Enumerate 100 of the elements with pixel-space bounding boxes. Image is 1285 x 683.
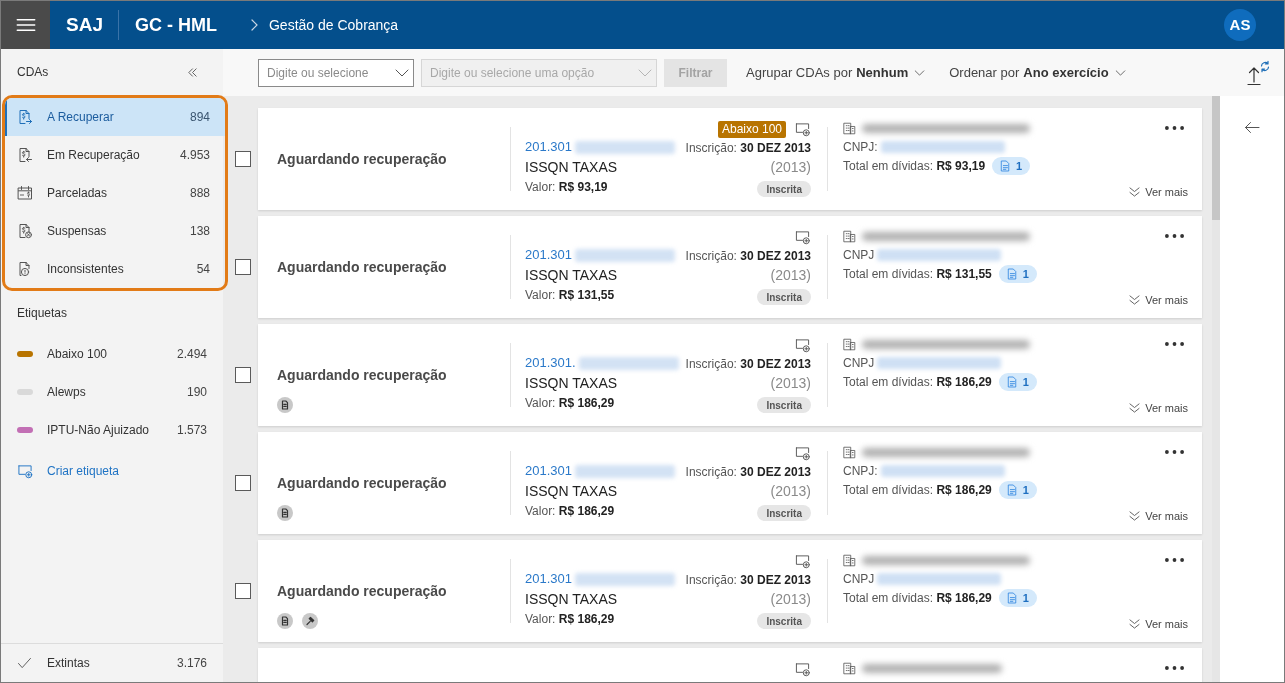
user-avatar[interactable]: AS <box>1224 9 1256 41</box>
cda-number-link[interactable]: 201.301 <box>525 137 572 157</box>
double-chevron-down-icon <box>1129 295 1141 305</box>
cnpj-label: CNPJ: <box>843 462 878 480</box>
cnpj-label: CNPJ <box>843 570 875 588</box>
status-text: Aguardando recuperação <box>277 582 448 601</box>
building-icon <box>843 661 856 675</box>
status-badge: Inscrita <box>757 505 811 521</box>
section-title: CDAs <box>17 64 49 81</box>
year-text: (2013) <box>770 266 811 285</box>
status-text: Aguardando recuperação <box>277 474 448 493</box>
ver-mais-link[interactable]: Ver mais <box>1129 507 1188 525</box>
sidebar-item[interactable]: Parceladas 888 <box>5 174 225 212</box>
more-icon[interactable] <box>1165 666 1184 670</box>
status-badge: Inscrita <box>757 289 811 305</box>
double-chevron-down-icon <box>1129 187 1141 197</box>
upload-sync-icon[interactable] <box>1245 59 1271 86</box>
building-icon <box>843 121 856 135</box>
document-count-badge[interactable]: 1 <box>998 373 1037 391</box>
cnpj-label: CNPJ <box>843 246 875 264</box>
inscription-date-text: Inscrição: 30 DEZ 2013 <box>685 464 811 481</box>
cda-number-link[interactable]: 201.301. <box>525 353 576 373</box>
more-icon[interactable] <box>1165 342 1184 346</box>
tribute-text: ISSQN TAXAS <box>525 266 619 285</box>
value-text: Valor: R$ 93,19 <box>525 179 609 196</box>
ver-mais-link[interactable]: Ver mais <box>1129 291 1188 309</box>
row-checkbox[interactable] <box>235 367 251 383</box>
check-icon <box>17 657 32 669</box>
document-count-badge[interactable]: 1 <box>992 157 1031 175</box>
chevron-down-icon <box>638 68 652 77</box>
inscription-date-text: Inscrição: 30 DEZ 2013 <box>685 140 811 157</box>
more-icon[interactable] <box>1165 450 1184 454</box>
module-title: GC - HML <box>134 13 217 37</box>
double-chevron-down-icon <box>1129 511 1141 521</box>
chevron-right-icon <box>250 19 258 31</box>
year-text: (2013) <box>770 374 811 393</box>
total-debt-text: Total em dívidas: R$ 131,55 <box>843 266 992 283</box>
year-text: (2013) <box>770 482 811 501</box>
ver-mais-link[interactable]: Ver mais <box>1129 399 1188 417</box>
back-arrow-icon[interactable] <box>1244 121 1260 134</box>
cda-number-link[interactable]: 201.301 <box>525 569 572 589</box>
sidebar-item[interactable]: Inconsistentes 54 <box>5 250 225 288</box>
sidebar-item[interactable]: Em Recuperação 4.953 <box>5 136 225 174</box>
tribute-text: ISSQN TAXAS <box>525 482 619 501</box>
year-text: (2013) <box>770 158 811 177</box>
tag-item[interactable]: IPTU-Não Ajuizado 1.573 <box>1 411 223 449</box>
row-checkbox[interactable] <box>235 259 251 275</box>
hammer-badge-icon <box>302 613 318 629</box>
tag-add-icon[interactable] <box>794 445 811 461</box>
document-count-badge[interactable]: 1 <box>998 481 1037 499</box>
double-chevron-down-icon <box>1129 619 1141 629</box>
total-debt-text: Total em dívidas: R$ 186,29 <box>843 374 992 391</box>
tag-add-icon[interactable] <box>794 661 811 677</box>
tag-add-icon[interactable] <box>794 121 811 137</box>
cnpj-label: CNPJ: <box>843 138 878 156</box>
document-dollar-x-icon <box>17 223 33 239</box>
section-title: Etiquetas <box>17 305 68 322</box>
tag-item[interactable]: Abaixo 100 2.494 <box>1 335 223 373</box>
select-field[interactable]: Digite ou selecione <box>258 58 414 87</box>
document-count-badge[interactable]: 1 <box>998 589 1037 607</box>
tag-add-icon[interactable] <box>794 337 811 353</box>
collapse-icon[interactable] <box>187 66 198 78</box>
dropdown-button[interactable]: Ordenar por Ano exercício <box>949 62 1126 83</box>
sidebar-item[interactable]: Extintas 3.176 <box>1 644 223 682</box>
value-text: Valor: R$ 131,55 <box>525 287 616 304</box>
tag-add-icon[interactable] <box>794 553 811 569</box>
breadcrumb-text[interactable]: Gestão de Cobrança <box>268 14 399 36</box>
ver-mais-link[interactable]: Ver mais <box>1129 615 1188 633</box>
tag-add-icon[interactable] <box>794 229 811 245</box>
ver-mais-link[interactable]: Ver mais <box>1129 183 1188 201</box>
more-icon[interactable] <box>1165 234 1184 238</box>
more-icon[interactable] <box>1165 558 1184 562</box>
menu-button[interactable] <box>1 1 50 49</box>
cda-number-link[interactable]: 201.301 <box>525 245 572 265</box>
document-badge-icon <box>277 505 293 521</box>
more-icon[interactable] <box>1165 126 1184 130</box>
status-badge: Inscrita <box>757 397 811 413</box>
total-debt-text: Total em dívidas: R$ 93,19 <box>843 158 986 175</box>
document-count-badge[interactable]: 1 <box>998 265 1037 283</box>
document-dollar-arrow-icon <box>17 109 33 125</box>
status-text: Aguardando recuperação <box>277 366 448 385</box>
document-badge-icon <box>277 397 293 413</box>
tag-label[interactable]: Abaixo 100 <box>717 120 786 138</box>
document-badge-icon <box>277 613 293 629</box>
row-checkbox[interactable] <box>235 151 251 167</box>
sidebar-item[interactable]: A Recuperar 894 <box>5 98 225 136</box>
create-tag-link[interactable]: Criar etiqueta <box>17 462 120 480</box>
chevron-down-icon <box>1114 69 1126 76</box>
chevron-down-icon <box>914 69 926 76</box>
tribute-text: ISSQN TAXAS <box>525 158 619 177</box>
row-checkbox[interactable] <box>235 583 251 599</box>
building-icon <box>843 337 856 351</box>
sidebar-item[interactable]: Suspensas 138 <box>5 212 225 250</box>
cda-number-link[interactable]: 201.301 <box>525 461 572 481</box>
tag-item[interactable]: Alewps 190 <box>1 373 223 411</box>
row-checkbox[interactable] <box>235 475 251 491</box>
dropdown-button[interactable]: Agrupar CDAs por Nenhum <box>746 62 926 83</box>
app-logo[interactable]: SAJ <box>66 10 103 40</box>
scrollbar-thumb[interactable] <box>1212 96 1220 220</box>
double-chevron-down-icon <box>1129 403 1141 413</box>
